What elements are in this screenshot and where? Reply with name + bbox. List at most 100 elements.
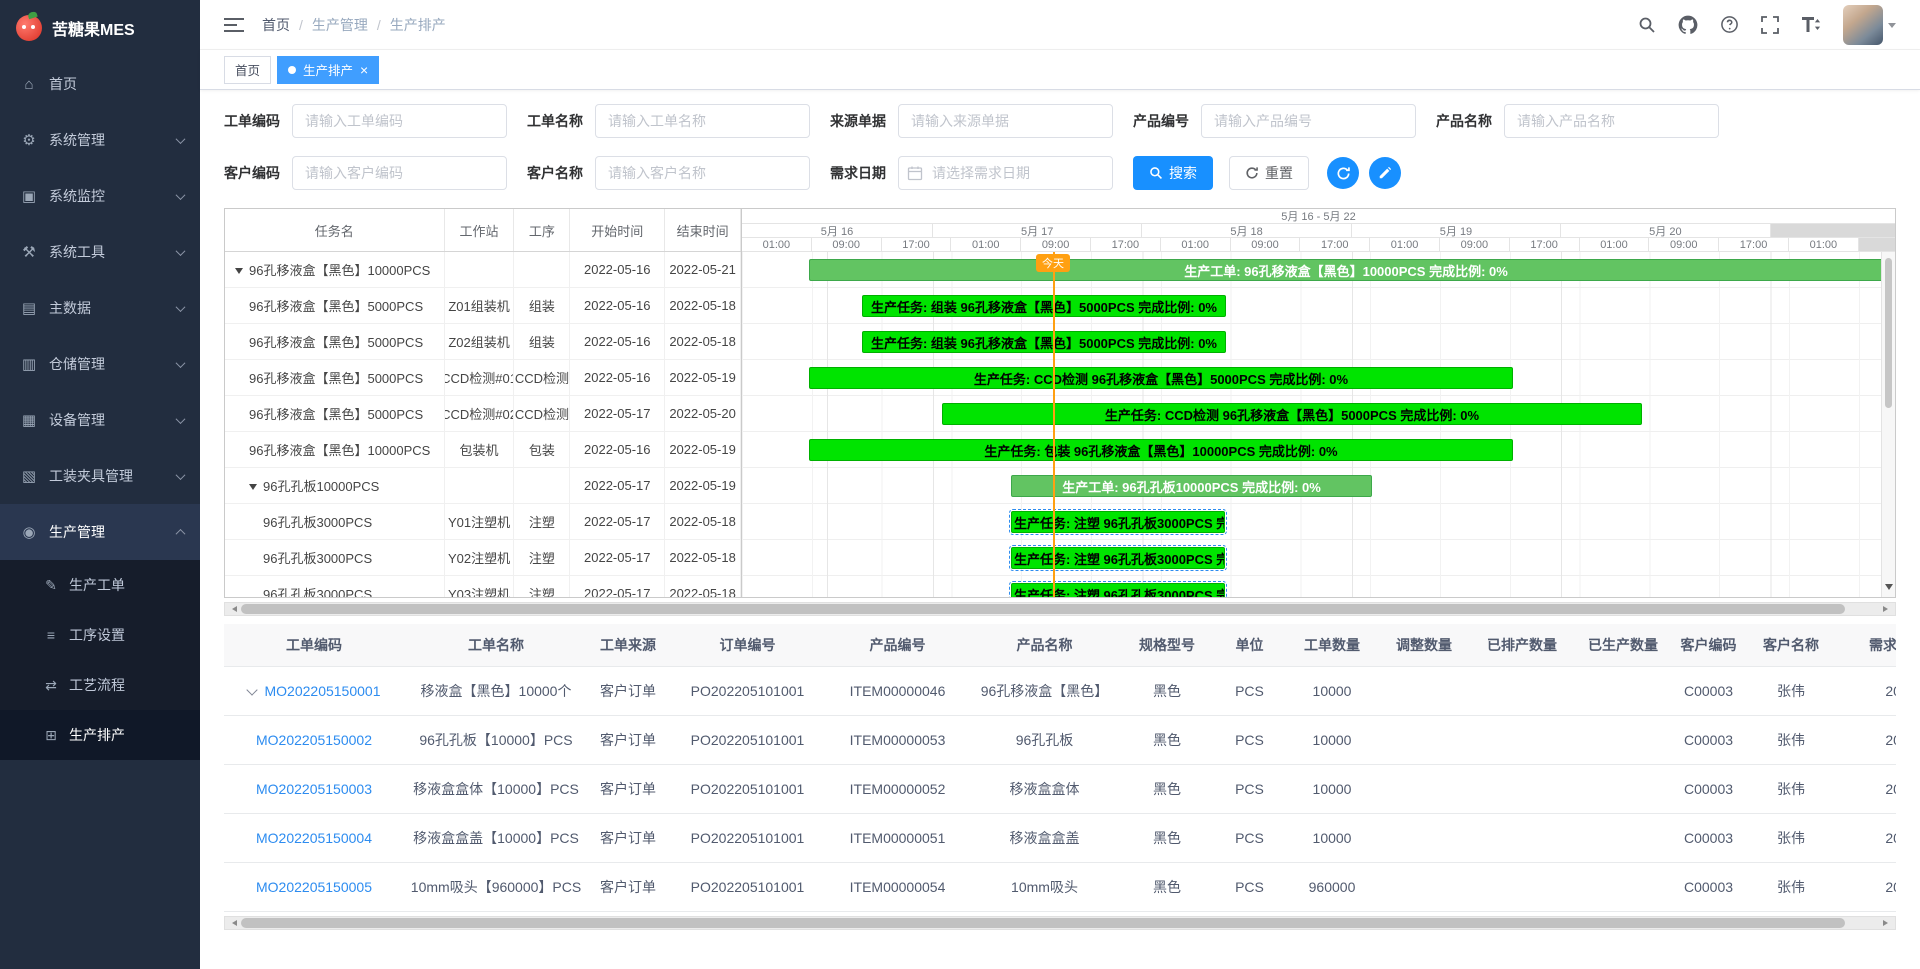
gantt-grid-row[interactable]: 96孔移液盒【黑色】10000PCS包装机包装2022-05-162022-05… <box>225 432 741 468</box>
gantt-grid-row[interactable]: 96孔孔板3000PCSY03注塑机注塑2022-05-172022-05-18 <box>225 576 741 597</box>
chevron-down-icon <box>176 190 186 200</box>
tab-生产排产[interactable]: 生产排产× <box>277 56 379 84</box>
scroll-right-arrow-icon[interactable] <box>1883 920 1891 926</box>
avatar[interactable] <box>1843 5 1883 45</box>
hour-header-cell: 01:00 <box>951 238 1021 251</box>
text-input[interactable] <box>1504 104 1719 138</box>
text-input[interactable] <box>595 104 810 138</box>
sidebar-item[interactable]: ▧工装夹具管理 <box>0 448 200 504</box>
order-code-link[interactable]: MO202205150002 <box>256 732 372 748</box>
table-cell <box>1378 862 1470 911</box>
orders-h-scrollbar[interactable] <box>224 916 1896 930</box>
tab-首页[interactable]: 首页 <box>224 56 271 84</box>
gantt-grid-row[interactable]: 96孔移液盒【黑色】5000PCSCCD检测#01CCD检测2022-05-16… <box>225 360 741 396</box>
help-icon[interactable] <box>1720 15 1739 34</box>
text-input[interactable] <box>898 104 1113 138</box>
sidebar-item[interactable]: ▥仓储管理 <box>0 336 200 392</box>
gantt-h-scrollbar[interactable] <box>224 602 1896 616</box>
table-cell: PO202205101001 <box>668 813 827 862</box>
table-cell: ITEM00000054 <box>827 862 968 911</box>
task-bar[interactable]: 生产任务: CCD检测 96孔移液盒【黑色】5000PCS 完成比例: 0% <box>942 403 1642 425</box>
sidebar-item[interactable]: ◉生产管理 <box>0 504 200 560</box>
text-input[interactable] <box>292 104 507 138</box>
task-bar[interactable]: 生产任务: CCD检测 96孔移液盒【黑色】5000PCS 完成比例: 0% <box>809 367 1513 389</box>
scrollbar-thumb[interactable] <box>241 918 1845 928</box>
sidebar-item[interactable]: ▤主数据 <box>0 280 200 336</box>
column-header: 工单数量 <box>1286 624 1378 666</box>
task-bar[interactable]: 生产任务: 注塑 96孔孔板3000PCS 完成比例: 0% <box>1011 583 1225 597</box>
table-cell: C00003 <box>1672 813 1745 862</box>
sidebar-item[interactable]: ⌂首页 <box>0 56 200 112</box>
gantt-grid-row[interactable]: 96孔移液盒【黑色】5000PCSCCD检测#02CCD检测2022-05-17… <box>225 396 741 432</box>
gantt-grid-row[interactable]: 96孔孔板10000PCS2022-05-172022-05-19 <box>225 468 741 504</box>
task-bar[interactable]: 生产任务: 注塑 96孔孔板3000PCS 完成比例: 0% <box>1011 547 1225 569</box>
hour-header-cell: 01:00 <box>742 238 812 251</box>
grid-cell: Z02组装机 <box>445 324 515 359</box>
task-bar[interactable]: 生产任务: 注塑 96孔孔板3000PCS 完成比例: 0% <box>1011 511 1225 533</box>
order-code-link[interactable]: MO202205150005 <box>256 879 372 895</box>
scroll-left-arrow-icon[interactable] <box>229 606 237 612</box>
tab-close-icon[interactable]: × <box>360 63 368 77</box>
sidebar-item[interactable]: ⚙系统管理 <box>0 112 200 168</box>
weekend-shade <box>1771 224 1895 237</box>
workorder-bar[interactable]: 生产工单: 96孔移液盒【黑色】10000PCS 完成比例: 0% <box>809 259 1883 281</box>
edit-round-button[interactable] <box>1369 157 1401 189</box>
grid-cell: CCD检测#01 <box>445 360 515 395</box>
fullscreen-icon[interactable] <box>1761 16 1779 34</box>
search-button[interactable]: 搜索 <box>1133 156 1213 190</box>
date-input[interactable] <box>898 156 1113 190</box>
sidebar-subitem[interactable]: ⊞生产排产 <box>0 710 200 760</box>
hour-header-cell: 09:00 <box>1440 238 1510 251</box>
gantt-grid-row[interactable]: 96孔移液盒【黑色】5000PCSZ02组装机组装2022-05-162022-… <box>225 324 741 360</box>
sidebar-item[interactable]: ▣系统监控 <box>0 168 200 224</box>
order-code-link[interactable]: MO202205150001 <box>265 683 381 699</box>
gantt-grid-row[interactable]: 96孔孔板3000PCSY01注塑机注塑2022-05-172022-05-18 <box>225 504 741 540</box>
sidebar-item[interactable]: ▦设备管理 <box>0 392 200 448</box>
sidebar-item-label: 系统管理 <box>49 130 177 150</box>
sidebar-item[interactable]: ⚒系统工具 <box>0 224 200 280</box>
scrollbar-thumb[interactable] <box>241 604 1845 614</box>
reset-button[interactable]: 重置 <box>1229 156 1309 190</box>
order-code-link[interactable]: MO202205150004 <box>256 830 372 846</box>
table-cell: 10000 <box>1286 813 1378 862</box>
sidebar-item-label: 仓储管理 <box>49 354 177 374</box>
text-input[interactable] <box>292 156 507 190</box>
task-bar[interactable]: 生产任务: 组装 96孔移液盒【黑色】5000PCS 完成比例: 0% <box>862 295 1226 317</box>
text-input[interactable] <box>595 156 810 190</box>
hour-header-cell: 01:00 <box>1580 238 1650 251</box>
collapse-caret-icon[interactable] <box>235 268 243 278</box>
filter-row-2: 客户编码客户名称需求日期 搜索 重置 <box>224 156 1896 190</box>
gantt-grid-row[interactable]: 96孔移液盒【黑色】10000PCS2022-05-162022-05-21 <box>225 252 741 288</box>
task-bar[interactable]: 生产任务: 包装 96孔移液盒【黑色】10000PCS 完成比例: 0% <box>809 439 1513 461</box>
task-bar[interactable]: 生产任务: 组装 96孔移液盒【黑色】5000PCS 完成比例: 0% <box>862 331 1226 353</box>
gantt-grid-row[interactable]: 96孔移液盒【黑色】5000PCSZ01组装机组装2022-05-162022-… <box>225 288 741 324</box>
search-icon[interactable] <box>1638 16 1656 34</box>
workorder-bar[interactable]: 生产工单: 96孔孔板10000PCS 完成比例: 0% <box>1011 475 1372 497</box>
filter-field: 工单编码 <box>224 104 507 138</box>
font-size-icon[interactable] <box>1801 16 1821 33</box>
refresh-round-button[interactable] <box>1327 157 1359 189</box>
breadcrumb-item[interactable]: 生产管理 <box>312 15 368 35</box>
sidebar-subitem[interactable]: ⇄工艺流程 <box>0 660 200 710</box>
user-menu[interactable] <box>1843 5 1896 45</box>
expand-caret-icon[interactable] <box>246 684 257 695</box>
text-input[interactable] <box>1201 104 1416 138</box>
table-cell: 96孔移液盒【黑色】 <box>968 666 1121 715</box>
scrollbar-thumb[interactable] <box>1885 258 1892 408</box>
scroll-right-arrow-icon[interactable] <box>1883 606 1891 612</box>
scroll-down-arrow-icon[interactable] <box>1885 584 1893 594</box>
github-icon[interactable] <box>1678 15 1698 35</box>
gantt-v-scrollbar[interactable] <box>1881 252 1895 597</box>
scroll-left-arrow-icon[interactable] <box>229 920 237 926</box>
sidebar-subitem[interactable]: ✎生产工单 <box>0 560 200 610</box>
hamburger-icon[interactable] <box>224 17 244 33</box>
table-cell: 客户订单 <box>588 764 668 813</box>
order-code-link[interactable]: MO202205150003 <box>256 781 372 797</box>
hour-shade <box>1859 238 1895 251</box>
breadcrumb-item[interactable]: 首页 <box>262 15 290 35</box>
collapse-caret-icon[interactable] <box>249 484 257 494</box>
sidebar-submenu: ✎生产工单≡工序设置⇄工艺流程⊞生产排产 <box>0 560 200 760</box>
table-cell <box>1574 862 1672 911</box>
sidebar-subitem[interactable]: ≡工序设置 <box>0 610 200 660</box>
gantt-grid-row[interactable]: 96孔孔板3000PCSY02注塑机注塑2022-05-172022-05-18 <box>225 540 741 576</box>
